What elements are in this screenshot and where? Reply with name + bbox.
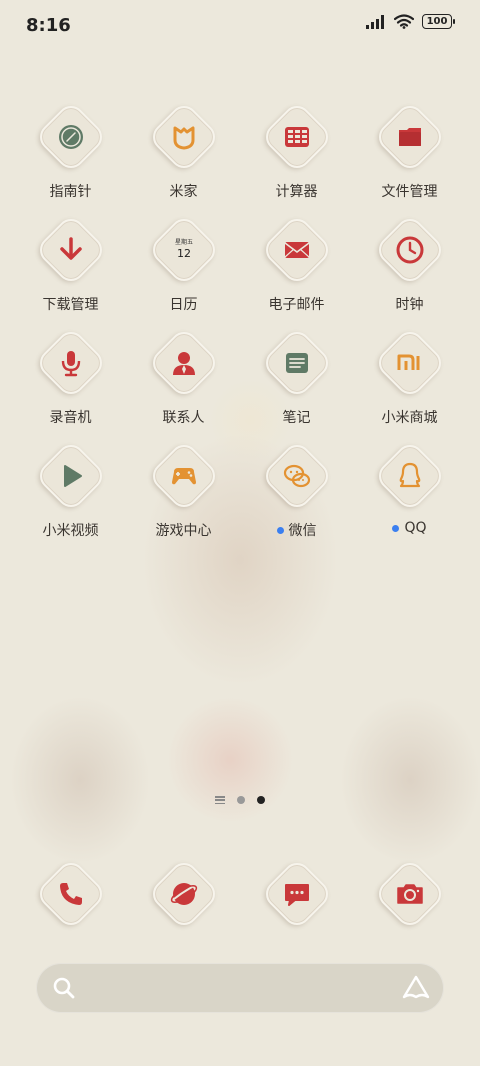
page-indicator[interactable] <box>0 796 480 804</box>
microphone-icon <box>61 351 80 377</box>
app-label: 指南针 <box>49 184 92 200</box>
calculator-icon <box>284 127 309 147</box>
mail-icon <box>284 242 309 258</box>
minus-one-screen-icon <box>215 796 225 804</box>
app-icon-tile <box>146 100 221 174</box>
folder-icon <box>398 128 421 146</box>
assistant-icon[interactable] <box>402 975 430 1001</box>
video-play-icon <box>63 465 82 487</box>
app-icon-tile <box>372 213 447 287</box>
app-icon-tile <box>146 326 221 400</box>
app-clock[interactable]: 时钟 <box>353 213 466 330</box>
page-dot-active <box>257 796 265 804</box>
app-icon-tile <box>372 857 447 931</box>
qq-penguin-icon <box>399 462 420 488</box>
status-icons: 100 <box>366 14 455 29</box>
app-recorder[interactable]: 录音机 <box>14 326 127 443</box>
browser-icon <box>170 883 197 905</box>
battery-icon: 100 <box>422 14 455 29</box>
dock <box>14 857 466 931</box>
dock-messages[interactable] <box>240 857 353 931</box>
app-label: 电子邮件 <box>268 297 325 313</box>
app-icon-tile <box>146 857 221 931</box>
app-label: 日历 <box>169 297 198 313</box>
status-time: 8:16 <box>26 15 71 36</box>
app-icon-tile <box>33 857 108 931</box>
app-contacts[interactable]: 联系人 <box>127 326 240 443</box>
dock-camera[interactable] <box>353 857 466 931</box>
app-label: 微信 <box>276 520 317 540</box>
app-icon-tile <box>259 213 334 287</box>
search-bar[interactable] <box>36 963 444 1013</box>
app-icon-tile <box>33 439 108 513</box>
app-mi-video[interactable]: 小米视频 <box>14 439 127 556</box>
signal-icon <box>366 14 384 29</box>
app-icon-tile <box>259 439 334 513</box>
wechat-icon <box>283 464 310 488</box>
notes-icon <box>285 353 308 373</box>
app-label: 笔记 <box>282 410 311 426</box>
battery-level: 100 <box>426 16 448 27</box>
app-calendar[interactable]: 星期五 12 日历 <box>127 213 240 330</box>
app-label: QQ <box>392 520 427 536</box>
mijia-icon <box>173 126 194 150</box>
contact-icon <box>172 352 195 375</box>
app-label: 米家 <box>169 184 198 200</box>
app-label: 时钟 <box>395 297 424 313</box>
app-compass[interactable]: 指南针 <box>14 100 127 217</box>
new-indicator-dot <box>392 524 400 532</box>
app-label: 录音机 <box>49 410 92 426</box>
app-email[interactable]: 电子邮件 <box>240 213 353 330</box>
app-calculator[interactable]: 计算器 <box>240 100 353 217</box>
app-mijia[interactable]: 米家 <box>127 100 240 217</box>
app-download-manager[interactable]: 下载管理 <box>14 213 127 330</box>
calendar-weekday: 星期五 <box>174 239 193 246</box>
app-label: 联系人 <box>162 410 205 426</box>
new-indicator-dot <box>276 526 284 534</box>
camera-icon <box>396 884 423 904</box>
dock-phone[interactable] <box>14 857 127 931</box>
app-icon-tile <box>259 100 334 174</box>
app-icon-tile <box>259 326 334 400</box>
app-icon-tile <box>372 100 447 174</box>
app-wechat[interactable]: 微信 <box>240 439 353 556</box>
app-icon-tile <box>33 213 108 287</box>
app-qq[interactable]: QQ <box>353 439 466 556</box>
app-label: 游戏中心 <box>155 523 212 539</box>
app-label: 下载管理 <box>42 297 99 313</box>
app-icon-tile <box>372 326 447 400</box>
app-label: 小米视频 <box>42 523 99 539</box>
calendar-icon: 星期五 12 <box>166 232 202 268</box>
app-notes[interactable]: 笔记 <box>240 326 353 443</box>
app-icon-tile: 星期五 12 <box>146 213 221 287</box>
page-dot <box>237 796 245 804</box>
app-label: 计算器 <box>275 184 318 200</box>
search-icon[interactable] <box>52 976 76 1000</box>
download-icon <box>59 237 82 260</box>
app-icon-tile <box>33 100 108 174</box>
phone-icon <box>59 883 82 905</box>
compass-icon <box>58 125 83 149</box>
gamepad-icon <box>171 468 196 485</box>
app-game-center[interactable]: 游戏中心 <box>127 439 240 556</box>
message-icon <box>284 884 309 906</box>
app-icon-tile <box>33 326 108 400</box>
calendar-day: 12 <box>176 247 191 260</box>
app-file-manager[interactable]: 文件管理 <box>353 100 466 217</box>
status-bar: 8:16 100 <box>0 0 480 50</box>
app-label: 文件管理 <box>381 184 438 200</box>
app-icon-tile <box>372 439 447 513</box>
mi-store-icon <box>397 354 419 370</box>
dock-browser[interactable] <box>127 857 240 931</box>
app-icon-tile <box>146 439 221 513</box>
wifi-icon <box>394 14 414 29</box>
app-grid: 指南针 米家 计算器 文件管理 下载管理 星期五 12 日历 电子邮件 时钟 录… <box>14 100 466 556</box>
app-icon-tile <box>259 857 334 931</box>
app-label: 小米商城 <box>381 410 438 426</box>
app-mi-store[interactable]: 小米商城 <box>353 326 466 443</box>
clock-icon <box>396 236 423 264</box>
